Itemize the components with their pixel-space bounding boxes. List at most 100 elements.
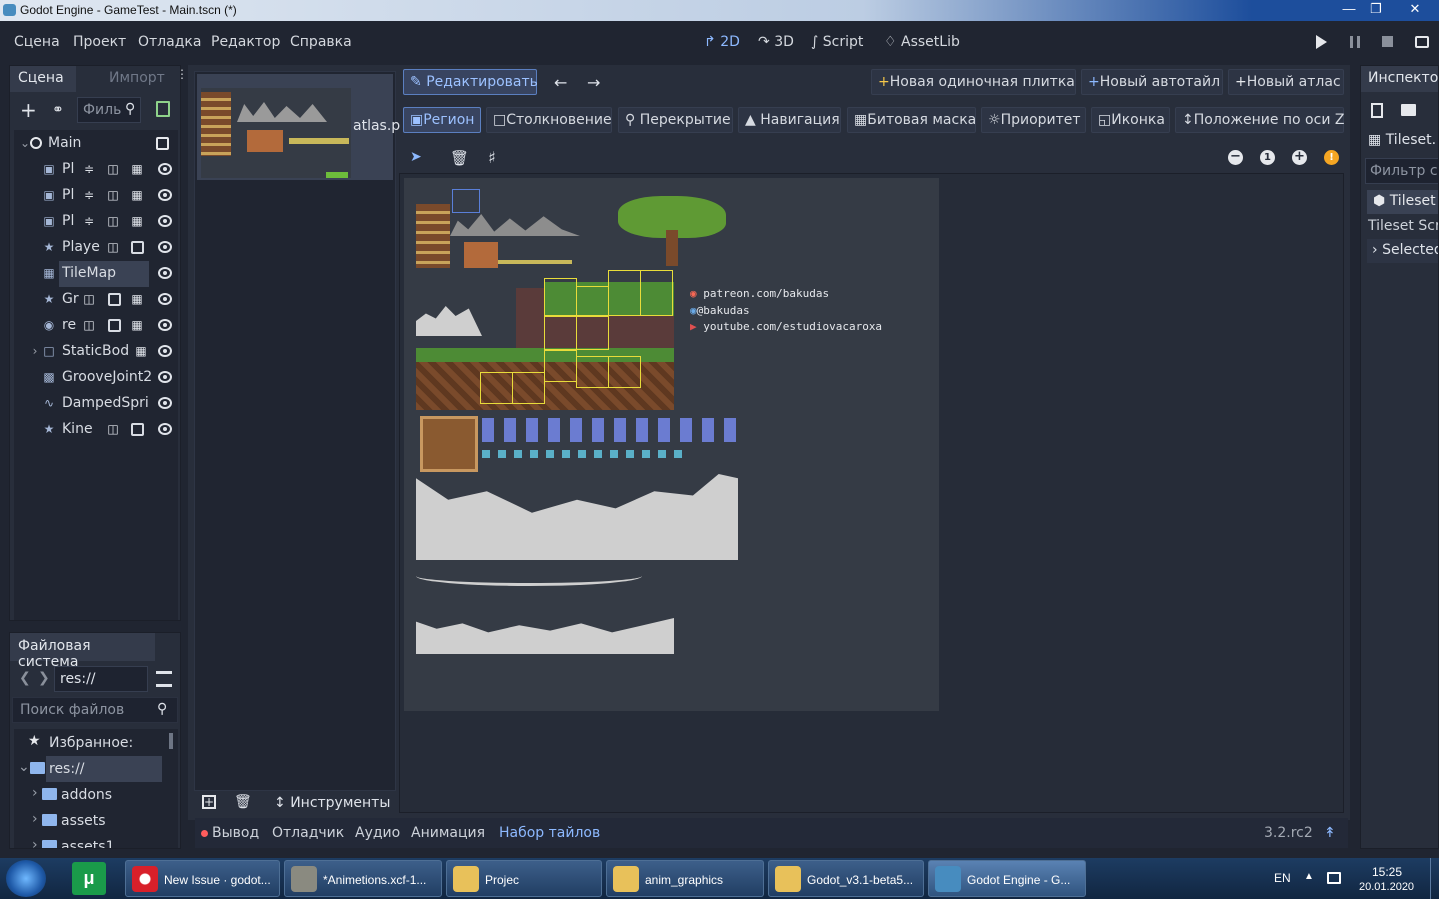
zoom-in-icon[interactable]: +: [1292, 150, 1307, 165]
script-icon[interactable]: [156, 137, 169, 150]
mode-collision-button[interactable]: □Столкновение: [486, 107, 612, 133]
tileset-texture-canvas[interactable]: ◉ patreon.com/bakudas ◉@bakudas ▶ youtub…: [404, 178, 939, 711]
visibility-eye-icon[interactable]: [158, 241, 172, 253]
menu-help[interactable]: Справка: [290, 34, 352, 50]
tab-animation[interactable]: Анимация: [411, 825, 485, 841]
dock-menu-icon[interactable]: ⋮: [176, 638, 180, 650]
inspector-file-label[interactable]: ▦ Tileset.: [1368, 132, 1436, 148]
tab-tileset[interactable]: Набор тайлов: [499, 825, 600, 841]
taskbar-item-godot-beta[interactable]: Godot_v3.1-beta5...: [768, 860, 924, 897]
mode-assetlib-button[interactable]: ♢ AssetLib: [884, 34, 960, 50]
tree-node-staticbody[interactable]: › □ StaticBod ▦: [14, 339, 182, 365]
tree-node-player[interactable]: ★ Playe ◫: [14, 235, 182, 261]
scene-filter-input[interactable]: Филь ⚲: [77, 97, 141, 123]
link-icon[interactable]: ⚭: [52, 102, 64, 118]
pause-icon[interactable]: [1350, 36, 1360, 48]
back-icon[interactable]: ❮: [19, 670, 31, 686]
taskbar-item-godot-engine[interactable]: Godot Engine - G...: [928, 860, 1086, 897]
tab-debugger[interactable]: Отладчик: [272, 825, 344, 841]
snap-grid-icon[interactable]: ♯: [488, 148, 496, 167]
file-search-input[interactable]: Поиск файлов ⚲: [12, 697, 178, 723]
clapper-icon[interactable]: ◫: [106, 240, 120, 254]
clapper-icon[interactable]: ◫: [82, 318, 96, 332]
edit-button[interactable]: ✎ Редактировать: [403, 69, 538, 95]
dock-menu-icon[interactable]: ⋮: [176, 68, 188, 80]
visibility-eye-icon[interactable]: [158, 293, 172, 305]
signal-icon[interactable]: ≑: [82, 188, 96, 202]
tree-node-particles-2[interactable]: ▣ Pl ≑ ◫ ▦: [14, 183, 182, 209]
menu-scene[interactable]: Сцена: [14, 34, 60, 50]
tray-expand-icon[interactable]: ▲: [1304, 871, 1314, 882]
tree-node-gr[interactable]: ★ Gr ◫ ▦: [14, 287, 182, 313]
start-button[interactable]: [6, 860, 46, 897]
clapper-icon[interactable]: ◫: [106, 214, 120, 228]
script-icon[interactable]: [131, 241, 144, 254]
maximize-button[interactable]: ❐: [1362, 0, 1390, 18]
tree-node-dampedspring[interactable]: ∿ DampedSpri: [14, 391, 182, 417]
add-texture-icon[interactable]: +: [202, 795, 216, 809]
signal-icon[interactable]: ≑: [82, 214, 96, 228]
view-mode-icon[interactable]: [156, 671, 172, 687]
selected-section[interactable]: › Selected: [1367, 239, 1438, 263]
visibility-eye-icon[interactable]: [158, 163, 172, 175]
script-icon[interactable]: [131, 423, 144, 436]
resource-header[interactable]: ⬢ Tileset: [1367, 190, 1438, 214]
folder-row-assets1[interactable]: › assets1: [14, 834, 174, 848]
visibility-eye-icon[interactable]: [158, 345, 172, 357]
expand-panel-icon[interactable]: ↟: [1324, 825, 1336, 841]
show-desktop-button[interactable]: [1430, 858, 1439, 899]
tree-node-main[interactable]: ⌄ Main: [14, 131, 182, 157]
visibility-eye-icon[interactable]: [158, 215, 172, 227]
forward-icon[interactable]: ❯: [38, 670, 50, 686]
taskbar-item-gimp[interactable]: *Animetions.xcf-1...: [284, 860, 442, 897]
add-node-icon[interactable]: +: [20, 98, 37, 122]
new-atlas-button[interactable]: +Новый атлас: [1228, 69, 1344, 95]
visibility-eye-icon[interactable]: [158, 189, 172, 201]
remove-texture-icon[interactable]: 🗑: [234, 794, 252, 810]
expand-arrow-icon[interactable]: ›: [32, 837, 38, 848]
expand-arrow-icon[interactable]: ›: [32, 785, 38, 801]
tab-scene[interactable]: Сцена: [10, 66, 76, 92]
property-filter-input[interactable]: Фильтр св: [1365, 158, 1438, 184]
mode-z-index-button[interactable]: ↕Положение по оси Z: [1175, 107, 1344, 133]
open-folder-icon[interactable]: [1401, 104, 1416, 116]
expand-arrow-icon[interactable]: ›: [28, 344, 42, 358]
tab-output[interactable]: Вывод: [212, 825, 259, 841]
utorrent-icon[interactable]: μ: [72, 862, 106, 895]
expand-arrow-icon[interactable]: ›: [32, 811, 38, 827]
mode-3d-button[interactable]: ↷ 3D: [758, 34, 794, 50]
language-indicator[interactable]: EN: [1274, 871, 1291, 885]
tree-node-particles-3[interactable]: ▣ Pl ≑ ◫ ▦: [14, 209, 182, 235]
zoom-reset-icon[interactable]: 1: [1260, 150, 1275, 165]
tree-node-groovejoint[interactable]: ▩ GrooveJoint2: [14, 365, 182, 391]
tab-audio[interactable]: Аудио: [355, 825, 400, 841]
texture-item-atlas[interactable]: atlas.p: [197, 74, 400, 180]
group-icon[interactable]: ▦: [130, 318, 144, 332]
play-icon[interactable]: [1316, 35, 1327, 49]
tree-node-re[interactable]: ◉ re ◫ ▦: [14, 313, 182, 339]
new-autotile-button[interactable]: +Новый автотайл: [1081, 69, 1223, 95]
tab-filesystem[interactable]: Файловая система: [10, 633, 155, 670]
menu-debug[interactable]: Отладка: [138, 34, 201, 50]
mode-2d-button[interactable]: ↱ 2D: [704, 34, 740, 50]
taskbar-item-anim-graphics[interactable]: anim_graphics: [606, 860, 764, 897]
close-button[interactable]: ✕: [1395, 0, 1435, 18]
group-icon[interactable]: ▦: [130, 214, 144, 228]
visibility-eye-icon[interactable]: [158, 423, 172, 435]
res-root-row[interactable]: ⌄ res://: [14, 756, 174, 782]
script-icon[interactable]: [108, 293, 121, 306]
group-icon[interactable]: ▦: [130, 188, 144, 202]
clapper-icon[interactable]: ◫: [106, 188, 120, 202]
visibility-eye-icon[interactable]: [158, 267, 172, 279]
mode-icon-button[interactable]: ◱Иконка: [1091, 107, 1170, 133]
signal-icon[interactable]: ≑: [82, 162, 96, 176]
scrollbar-thumb[interactable]: [169, 733, 173, 749]
select-cursor-icon[interactable]: ➤: [410, 149, 422, 165]
group-icon[interactable]: ▦: [134, 344, 148, 358]
tools-menu-button[interactable]: ↕ Инструменты: [274, 795, 390, 811]
group-icon[interactable]: ▦: [130, 292, 144, 306]
warning-icon[interactable]: !: [1324, 150, 1339, 165]
menu-project[interactable]: Проект: [73, 34, 126, 50]
clapper-icon[interactable]: ◫: [82, 292, 96, 306]
taskbar-item-browser[interactable]: New Issue · godot...: [125, 860, 280, 897]
